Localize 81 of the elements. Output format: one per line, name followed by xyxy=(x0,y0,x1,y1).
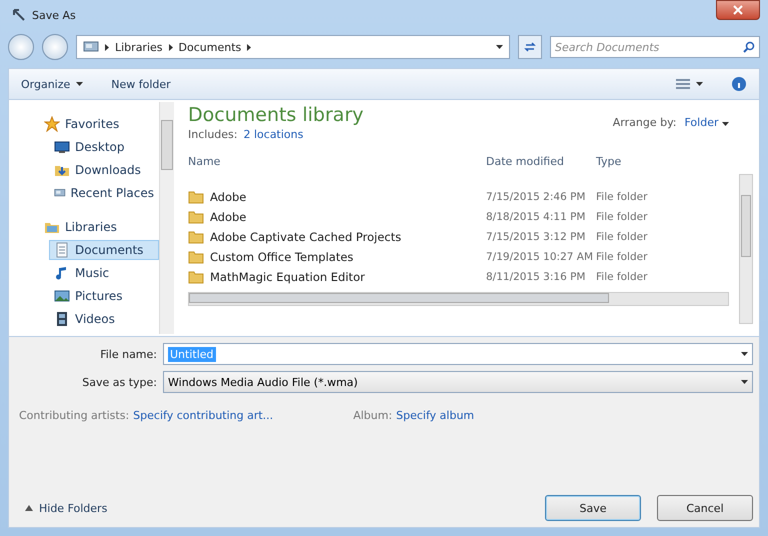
close-button[interactable] xyxy=(716,0,760,20)
document-icon xyxy=(54,242,70,258)
type-cell-text: File folder xyxy=(596,191,648,203)
arrange-by-dropdown[interactable]: Folder xyxy=(684,116,729,129)
column-header[interactable]: Name xyxy=(188,155,486,184)
metadata-label: Contributing artists: xyxy=(19,409,130,422)
chevron-up-icon xyxy=(25,505,33,511)
caret-icon xyxy=(696,82,703,86)
column-header[interactable]: Date modified xyxy=(486,155,596,184)
refresh-button[interactable] xyxy=(518,35,542,59)
dialog-button[interactable]: Cancel xyxy=(657,495,753,521)
date-cell-text: 8/11/2015 3:16 PM xyxy=(486,271,586,283)
type-cell-text: File folder xyxy=(596,271,648,283)
file-row[interactable]: Adobe xyxy=(188,190,486,204)
nav-item[interactable]: Downloads xyxy=(49,160,159,180)
library-title: Documents library xyxy=(188,104,364,126)
nav-item[interactable]: Documents xyxy=(49,240,159,260)
date-cell-text: 7/15/2015 3:12 PM xyxy=(486,231,586,243)
date-cell-text: 7/19/2015 10:27 AM xyxy=(486,251,594,263)
dialog-button[interactable]: Save xyxy=(545,495,641,521)
type-cell-text: File folder xyxy=(596,251,648,263)
arrange-by-label: Arrange by: xyxy=(612,116,676,129)
chevron-right-icon xyxy=(247,44,252,50)
includes-label: Includes: xyxy=(188,128,238,141)
caret-icon xyxy=(76,82,84,86)
address-bar[interactable]: Libraries Documents xyxy=(76,35,510,59)
chevron-right-icon xyxy=(105,44,109,50)
metadata-link[interactable]: Specify contributing art... xyxy=(133,409,274,422)
nav-item[interactable]: Music xyxy=(49,263,159,283)
monitor-icon xyxy=(54,139,70,155)
horizontal-scrollbar[interactable] xyxy=(188,292,729,306)
locations-link[interactable]: 2 locations xyxy=(243,128,304,141)
save-type-dropdown[interactable]: Windows Media Audio File (*.wma) xyxy=(163,371,753,393)
save-type-label: Save as type: xyxy=(81,376,157,388)
search-icon xyxy=(743,41,755,53)
date-cell-text: 7/15/2015 2:46 PM xyxy=(486,191,586,203)
caret-icon xyxy=(741,352,748,356)
folder-icon xyxy=(188,210,204,224)
date-cell-text: 8/18/2015 4:11 PM xyxy=(486,211,586,223)
nav-group-header[interactable]: Favorites xyxy=(39,114,159,134)
forward-button[interactable] xyxy=(42,34,68,60)
film-icon xyxy=(54,311,70,327)
folder-icon xyxy=(188,190,204,204)
breadcrumb[interactable]: Libraries xyxy=(115,40,163,54)
file-row[interactable]: MathMagic Equation Editor xyxy=(188,270,486,284)
metadata-link[interactable]: Specify album xyxy=(396,409,474,422)
chevron-right-icon xyxy=(168,44,173,50)
type-cell-text: File folder xyxy=(596,231,648,243)
column-header[interactable]: Type xyxy=(596,155,656,184)
folder-icon xyxy=(188,230,204,244)
view-list-icon xyxy=(676,78,690,90)
back-button[interactable] xyxy=(8,34,34,60)
nav-item[interactable]: Recent Places xyxy=(49,183,159,203)
refresh-icon xyxy=(524,41,536,53)
folder-icon xyxy=(188,250,204,264)
nav-item[interactable]: Pictures xyxy=(49,286,159,306)
new-folder-button[interactable]: New folder xyxy=(111,78,171,90)
hide-folders-button[interactable]: Hide Folders xyxy=(19,497,129,519)
folder-icon xyxy=(188,270,204,284)
search-field[interactable]: Search Documents xyxy=(550,36,760,58)
file-row[interactable]: Adobe xyxy=(188,210,486,224)
file-name-label: File name: xyxy=(99,348,157,360)
view-menu[interactable] xyxy=(676,78,703,90)
nav-item[interactable]: Desktop xyxy=(49,137,159,157)
file-row[interactable]: Adobe Captivate Cached Projects xyxy=(188,230,486,244)
caret-icon xyxy=(722,122,729,126)
nav-group-header[interactable]: Libraries xyxy=(39,217,159,237)
metadata-label: Album: xyxy=(353,409,392,422)
organize-menu[interactable]: Organize xyxy=(21,78,84,90)
file-row[interactable]: Custom Office Templates xyxy=(188,250,486,264)
breadcrumb[interactable]: Documents xyxy=(178,40,242,54)
star-icon xyxy=(44,116,60,132)
caret-icon xyxy=(741,380,748,384)
vertical-scrollbar[interactable] xyxy=(739,174,753,324)
picture-icon xyxy=(54,288,70,304)
nav-scrollbar[interactable] xyxy=(159,102,174,334)
type-cell-text: File folder xyxy=(596,211,648,223)
close-icon xyxy=(733,5,743,15)
nav-item[interactable]: Videos xyxy=(49,309,159,329)
caret-icon xyxy=(496,45,503,49)
window-title: Save As xyxy=(32,8,77,22)
